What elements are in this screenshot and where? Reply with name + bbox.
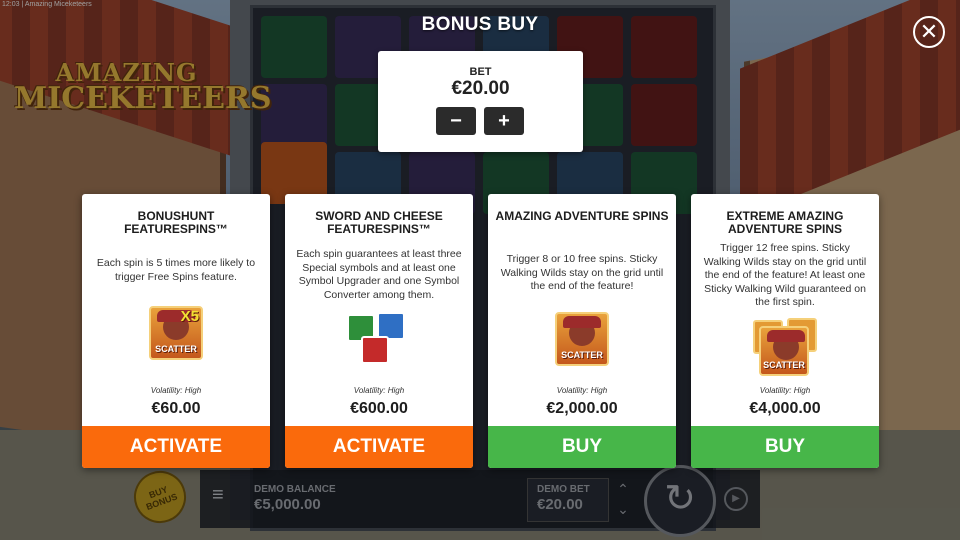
bet-value: €20.00 [451,78,510,99]
scatter-label: SCATTER [155,344,197,354]
bet-label: BET [469,66,492,78]
card-volatility: Volatility: High [353,386,405,395]
buy-button[interactable]: BUY [488,426,676,468]
card-price: €4,000.00 [749,400,821,417]
bonus-card-extreme-adventure: EXTREME AMAZING ADVENTURE SPINS Trigger … [691,194,879,468]
bonus-card-bonushunt: BONUSHUNT FEATURESPINS™ Each spin is 5 t… [82,194,270,468]
card-title: EXTREME AMAZING ADVENTURE SPINS [726,209,844,236]
card-price: €60.00 [151,400,201,417]
card-title: SWORD AND CHEESE FEATURESPINS™ [315,209,443,236]
bonus-card-amazing-adventure: AMAZING ADVENTURE SPINS Trigger 8 or 10 … [488,194,676,468]
card-title: BONUSHUNT FEATURESPINS™ [124,209,228,236]
scatter-label: SCATTER [763,360,805,370]
activate-button[interactable]: ACTIVATE [285,426,473,468]
card-volatility: Volatility: High [150,386,202,395]
card-title: AMAZING ADVENTURE SPINS [495,209,669,223]
card-description: Each spin is 5 times more likely to trig… [96,257,256,283]
bet-decrease-button[interactable]: − [436,107,476,135]
card-volatility: Volatility: High [759,386,811,395]
card-description: Trigger 12 free spins. Sticky Walking Wi… [703,242,867,308]
scatter-stack-icon: SCATTER [751,316,821,378]
bonus-card-sword-and-cheese: SWORD AND CHEESE FEATURESPINS™ Each spin… [285,194,473,468]
scatter-icon: SCATTER [555,312,609,366]
card-volatility: Volatility: High [556,386,608,395]
scatter-label: SCATTER [561,350,603,360]
scatter-x5-icon: X5 SCATTER [149,306,203,360]
activate-button[interactable]: ACTIVATE [82,426,270,468]
card-price: €600.00 [350,400,408,417]
buy-button[interactable]: BUY [691,426,879,468]
bet-panel: BET €20.00 − + [378,51,583,152]
card-description: Each spin guarantees at least three Spec… [296,248,462,301]
overlay-title: BONUS BUY [421,14,539,35]
close-icon[interactable]: ✕ [913,16,945,48]
special-symbols-icon [347,312,411,372]
bet-increase-button[interactable]: + [484,107,524,135]
card-price: €2,000.00 [546,400,618,417]
card-description: Trigger 8 or 10 free spins. Sticky Walki… [500,253,664,292]
x5-badge: X5 [180,308,199,325]
